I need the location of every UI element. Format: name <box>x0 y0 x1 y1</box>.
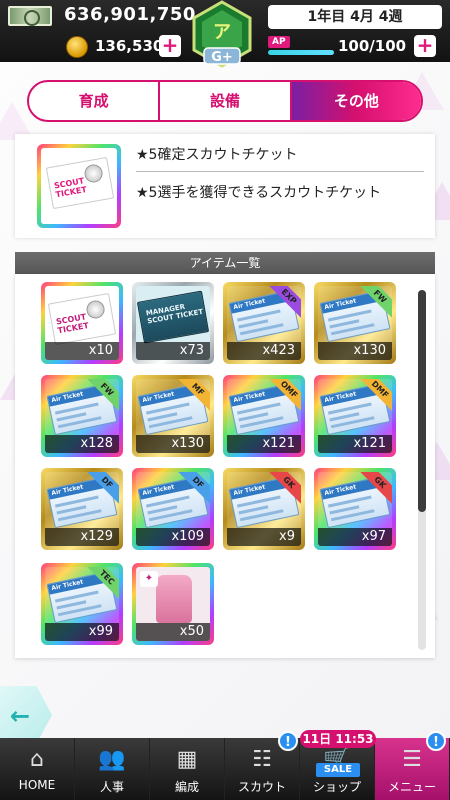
item-card-art: Air Ticket TEC x99 <box>45 567 119 641</box>
detail-thumb-text: SCOUT TICKET <box>53 176 88 200</box>
item-count: x50 <box>136 623 210 641</box>
item-card[interactable]: SCOUT TICKET x10 <box>41 282 123 364</box>
team-rank-emblem[interactable]: ア G+ <box>190 0 254 70</box>
tab-training[interactable]: 育成 <box>29 82 161 120</box>
item-count: x10 <box>45 342 119 360</box>
nav-personnel[interactable]: 👥 人事 <box>75 738 150 800</box>
scout-icon: ☷ <box>252 747 272 772</box>
item-card[interactable]: Air Ticket DF x109 <box>132 468 214 550</box>
item-count: x99 <box>45 623 119 641</box>
ap-gauge-fill <box>268 50 334 55</box>
money-icon <box>8 6 52 26</box>
item-card-art: Air Ticket FW x128 <box>45 379 119 453</box>
nav-personnel-label: 人事 <box>99 780 124 794</box>
item-card-art: MANAGER SCOUT TICKET x73 <box>136 286 210 360</box>
item-card[interactable]: Air Ticket FW x128 <box>41 375 123 457</box>
item-card-art: Air Ticket DF x129 <box>45 472 119 546</box>
item-card[interactable]: Air Ticket DF x129 <box>41 468 123 550</box>
scrollbar-thumb[interactable] <box>418 290 426 512</box>
item-card-art: Air Ticket EXP x423 <box>227 286 301 360</box>
item-card-art: Air Ticket OMF x121 <box>227 379 301 453</box>
nav-home[interactable]: ⌂ HOME <box>0 738 75 800</box>
item-detail-panel: SCOUT TICKET ★5確定スカウトチケット ★5選手を獲得できるスカウト… <box>15 134 435 238</box>
sale-timer: 11日 11:53 <box>300 730 376 748</box>
item-card[interactable]: Air Ticket OMF x121 <box>223 375 305 457</box>
item-card-art: Air Ticket MF x130 <box>136 379 210 453</box>
item-count: x130 <box>318 342 392 360</box>
item-count: x423 <box>227 342 301 360</box>
item-list-header: アイテム一覧 <box>15 252 435 274</box>
rank-label: G+ <box>211 50 233 65</box>
nav-menu-label: メニュー <box>387 780 436 794</box>
add-coins-button[interactable]: + <box>159 35 181 57</box>
item-list-scrollbar[interactable] <box>418 290 426 650</box>
item-count: x97 <box>318 528 392 546</box>
item-card-art: SCOUT TICKET x10 <box>45 286 119 360</box>
item-count: x121 <box>227 435 301 453</box>
add-ap-button[interactable]: + <box>414 35 436 57</box>
nav-home-label: HOME <box>18 778 56 792</box>
scout-notification-badge: ! <box>278 731 298 751</box>
item-card[interactable]: Air Ticket GK x97 <box>314 468 396 550</box>
ap-value: 100/100 <box>338 37 407 55</box>
item-card-art: Air Ticket DMF x121 <box>318 379 392 453</box>
svg-text:ア: ア <box>213 22 231 43</box>
item-count: x73 <box>136 342 210 360</box>
menu-icon: ☰ <box>402 747 422 772</box>
detail-item-description: ★5選手を獲得できるスカウトチケット <box>136 185 382 201</box>
item-card-art: Air Ticket GK x97 <box>318 472 392 546</box>
costume-tag-icon: ✦ <box>140 571 158 587</box>
tab-facilities[interactable]: 設備 <box>160 82 292 120</box>
scout-ticket-icon: SCOUT TICKET <box>47 292 117 346</box>
ticket-title: MANAGER SCOUT TICKET <box>145 302 204 326</box>
ap-label: AP <box>268 36 290 48</box>
tab-others[interactable]: その他 <box>291 82 421 120</box>
item-count: x129 <box>45 528 119 546</box>
item-count: x9 <box>227 528 301 546</box>
category-tabs: 育成 設備 その他 <box>27 80 423 122</box>
item-card-art: Air Ticket FW x130 <box>318 286 392 360</box>
nav-scout-label: スカウト <box>237 780 286 794</box>
money-value: 636,901,750 <box>64 4 196 25</box>
item-card[interactable]: ✦ x50 <box>132 563 214 645</box>
item-count: x109 <box>136 528 210 546</box>
item-card[interactable]: Air Ticket DMF x121 <box>314 375 396 457</box>
manager-ticket-icon: MANAGER SCOUT TICKET <box>136 290 210 344</box>
item-count: x130 <box>136 435 210 453</box>
arrow-left-icon: ← <box>10 702 31 730</box>
ap-gauge <box>268 50 334 55</box>
sale-tag: SALE <box>316 763 360 777</box>
bottom-navigation: ⌂ HOME 👥 人事 ▦ 編成 ☷ スカウト 🛒 ショップ ☰ メニュー <box>0 738 450 800</box>
people-icon: 👥 <box>98 747 126 772</box>
detail-item-thumbnail: SCOUT TICKET <box>37 144 121 228</box>
item-count: x121 <box>318 435 392 453</box>
item-card[interactable]: MANAGER SCOUT TICKET x73 <box>132 282 214 364</box>
coin-icon <box>66 36 88 58</box>
home-icon: ⌂ <box>30 747 44 772</box>
item-card-art: Air Ticket GK x9 <box>227 472 301 546</box>
menu-notification-badge: ! <box>426 731 446 751</box>
nav-formation[interactable]: ▦ 編成 <box>150 738 225 800</box>
item-card[interactable]: Air Ticket EXP x423 <box>223 282 305 364</box>
detail-item-name: ★5確定スカウトチケット <box>136 147 298 163</box>
item-card[interactable]: Air Ticket TEC x99 <box>41 563 123 645</box>
ticket-title: SCOUT TICKET <box>55 312 90 336</box>
item-card-art: ✦ x50 <box>136 567 210 641</box>
item-card[interactable]: Air Ticket GK x9 <box>223 468 305 550</box>
outfit-icon <box>156 575 192 623</box>
nav-shop-label: ショップ <box>312 780 361 794</box>
item-count: x128 <box>45 435 119 453</box>
item-card[interactable]: Air Ticket FW x130 <box>314 282 396 364</box>
pitch-icon: ▦ <box>176 747 198 772</box>
nav-formation-label: 編成 <box>174 780 199 794</box>
coin-value: 136,530 <box>95 37 164 55</box>
game-date: 1年目 4月 4週 <box>268 5 442 29</box>
divider <box>136 171 424 172</box>
item-card[interactable]: Air Ticket MF x130 <box>132 375 214 457</box>
item-card-art: Air Ticket DF x109 <box>136 472 210 546</box>
